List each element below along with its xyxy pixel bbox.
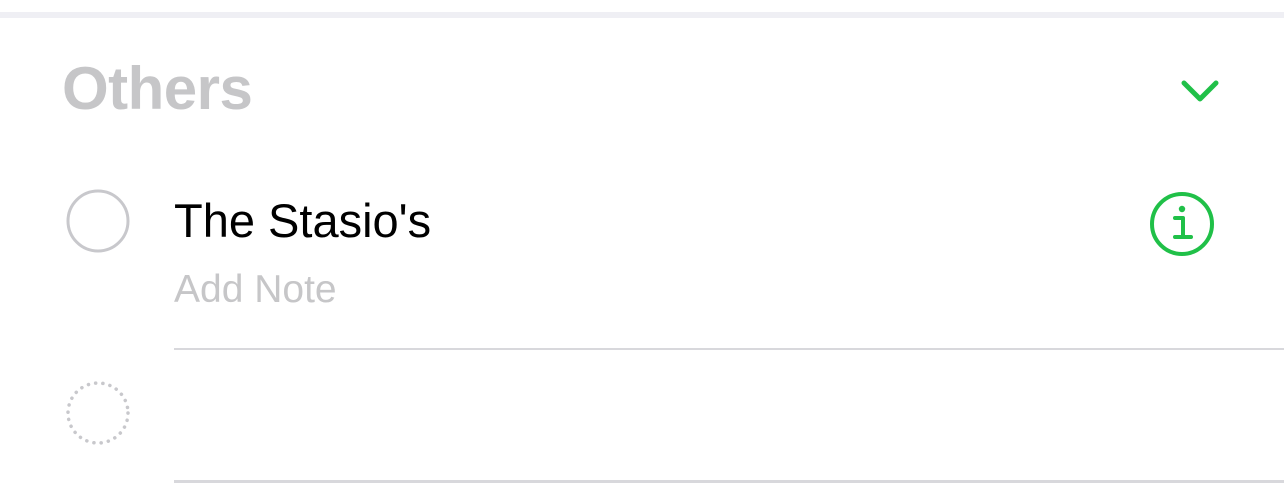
add-note-field[interactable]: Add Note (174, 264, 337, 316)
reminder-checkbox[interactable] (66, 189, 130, 253)
dotted-circle-icon (66, 381, 130, 445)
section-separator (0, 12, 1284, 18)
info-icon (1150, 192, 1214, 256)
row-divider (174, 348, 1284, 350)
section-title: Others (62, 55, 253, 122)
reminders-list-section: Others The Stasio's Add Note (0, 0, 1284, 483)
reminder-title[interactable]: The Stasio's (174, 190, 431, 252)
reminder-info-button[interactable] (1148, 190, 1216, 258)
new-reminder-button[interactable] (66, 381, 130, 445)
empty-circle-icon (66, 189, 130, 253)
collapse-section-button[interactable] (1176, 72, 1224, 110)
chevron-down-icon (1181, 80, 1219, 102)
